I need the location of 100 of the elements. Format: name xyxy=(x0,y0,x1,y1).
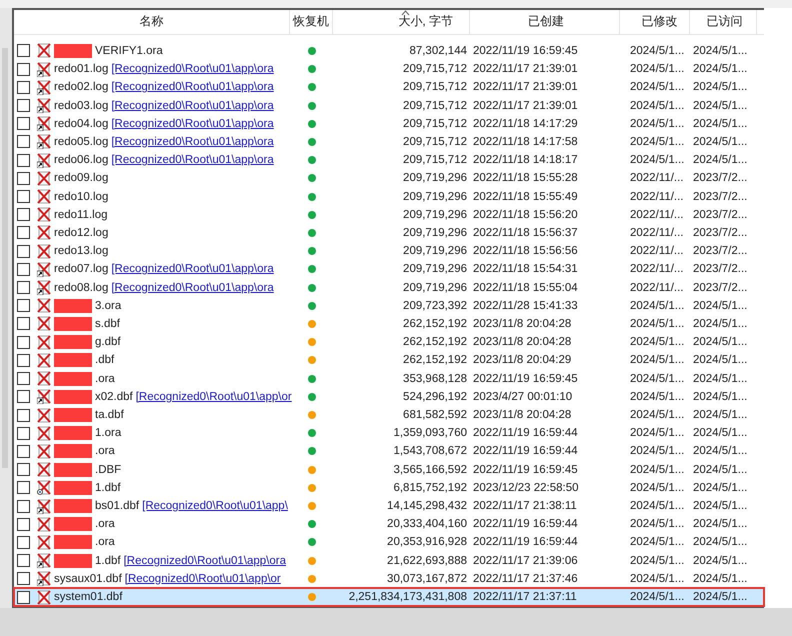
column-header[interactable]: 大小, 字节 xyxy=(333,10,470,34)
file-row[interactable]: redo02.log [Recognized0\Root\u01\app\ora 209,715,712 2022/11/17 21:39:01 2024/5/1... 2024/5/1... xyxy=(14,78,764,96)
file-row[interactable]: 1.dbf 6,815,752,192 2023/12/23 22:58:50 2024/5/1... 2024/5/1... xyxy=(14,478,764,497)
checkbox[interactable] xyxy=(17,262,30,276)
path-link[interactable]: [Recognized0\Root\u01\app\ xyxy=(142,500,288,512)
file-row[interactable]: redo01.log [Recognized0\Root\u01\app\ora 209,715,712 2022/11/17 21:39:01 2024/5/1... 2024/5/1... xyxy=(14,60,764,78)
file-row[interactable]: .ora 20,333,404,160 2022/11/19 16:59:44 2024/5/1... 2024/5/1... xyxy=(14,515,764,534)
file-row[interactable]: redo11.log 209,719,296 2022/11/18 15:56:20 2022/11/... 2023/7/2... xyxy=(14,206,764,224)
path-link[interactable]: [Recognized0\Root\u01\app\ora xyxy=(111,118,274,130)
file-row[interactable]: ta.dbf 681,582,592 2023/11/8 20:04:28 2024/5/1... 2024/5/1... xyxy=(14,406,764,424)
checkbox[interactable] xyxy=(17,372,30,386)
checkbox[interactable] xyxy=(17,336,30,349)
file-row[interactable]: redo03.log [Recognized0\Root\u01\app\ora 209,715,712 2022/11/17 21:39:01 2024/5/1... 2024/5/1... xyxy=(14,96,764,115)
checkbox[interactable] xyxy=(17,408,30,422)
table-cell-text: 2022/11/... xyxy=(629,263,684,276)
deleted-file-icon xyxy=(37,534,51,550)
checkbox[interactable] xyxy=(17,426,30,440)
checkbox[interactable] xyxy=(17,536,30,549)
path-link[interactable]: [Recognized0\Root\u01\app\ora xyxy=(111,81,274,94)
file-row[interactable]: redo10.log 209,719,296 2022/11/18 15:55:49 2022/11/... 2023/7/2... xyxy=(14,187,764,206)
table-cell-text: 2023/7/2... xyxy=(692,208,748,221)
checkbox[interactable] xyxy=(17,554,30,568)
file-row[interactable]: redo04.log [Recognized0\Root\u01\app\ora 209,715,712 2022/11/18 14:17:29 2024/5/1... 2024/5/1... xyxy=(14,114,764,133)
table-cell-text: 2023/7/2... xyxy=(692,190,748,203)
checkbox[interactable] xyxy=(17,244,30,258)
checkbox[interactable] xyxy=(17,444,30,458)
file-row[interactable]: .dbf 262,152,192 2023/11/8 20:04:29 2024/5/1... 2024/5/1... xyxy=(14,351,764,370)
checkbox[interactable] xyxy=(17,154,30,167)
checkbox[interactable] xyxy=(17,481,30,494)
checkbox[interactable] xyxy=(17,590,30,604)
checkbox[interactable] xyxy=(17,354,30,367)
file-name: redo06.log xyxy=(54,154,108,166)
column-header[interactable]: 已修改 xyxy=(620,10,690,34)
path-link[interactable]: [Recognized0\Root\u01\app\or xyxy=(136,390,292,403)
table-cell-text: 2023/7/2... xyxy=(692,282,748,294)
table-cell-text: 209,719,296 xyxy=(402,226,468,239)
column-header[interactable]: 恢复机 xyxy=(290,10,333,34)
checkbox[interactable] xyxy=(17,135,30,148)
checkbox[interactable] xyxy=(17,117,30,130)
checkbox[interactable] xyxy=(17,62,30,76)
checkbox[interactable] xyxy=(17,172,30,185)
checkbox[interactable] xyxy=(17,226,30,240)
table-cell-text: 2024/5/1... xyxy=(692,100,748,112)
file-name: 1.dbf xyxy=(95,554,121,567)
file-row[interactable]: .ora 353,968,128 2022/11/19 16:59:45 2024/5/1... 2024/5/1... xyxy=(14,370,764,388)
column-header[interactable]: 已创建 xyxy=(470,10,620,34)
file-row[interactable]: VERIFY1.ora 87,302,144 2022/11/19 16:59:45 2024/5/1... 2024/5/1... xyxy=(14,42,764,60)
path-link[interactable]: [Recognized0\Root\u01\app\or xyxy=(124,572,281,585)
table-cell-text: 2024/5/1... xyxy=(629,63,686,76)
checkbox[interactable] xyxy=(17,208,30,222)
file-row[interactable]: redo12.log 209,719,296 2022/11/18 15:56:37 2022/11/... 2023/7/2... xyxy=(14,224,764,242)
checkbox[interactable] xyxy=(17,518,30,531)
file-row[interactable]: s.dbf 262,152,192 2023/11/8 20:04:28 2024/5/1... 2024/5/1... xyxy=(14,314,764,334)
file-row[interactable]: system01.dbf 2,251,834,173,431,808 2022/11/17 21:37:11 2024/5/1... 2024/5/1... xyxy=(14,588,764,606)
checkbox[interactable] xyxy=(17,390,30,404)
file-row[interactable]: .ora 20,353,916,928 2022/11/19 16:59:44 2024/5/1... 2024/5/1... xyxy=(14,533,764,552)
path-link[interactable]: [Recognized0\Root\u01\app\ora xyxy=(111,282,274,294)
checkbox[interactable] xyxy=(17,299,30,312)
table-cell-text: 2023/12/23 22:58:50 xyxy=(472,482,580,494)
file-row[interactable]: 3.ora 209,723,392 2022/11/28 15:41:33 2024/5/1... 2024/5/1... xyxy=(14,296,764,315)
file-row[interactable]: bs01.dbf [Recognized0\Root\u01\app\ 14,145,298,432 2022/11/17 21:38:11 2024/5/1... 2024/5/1... xyxy=(14,496,764,516)
table-cell-text: 2023/11/8 20:04:28 xyxy=(472,409,572,421)
file-row[interactable]: redo05.log [Recognized0\Root\u01\app\ora 209,715,712 2022/11/18 14:17:58 2024/5/1... 2024/5/1... xyxy=(14,132,764,152)
file-row[interactable]: x02.dbf [Recognized0\Root\u01\app\or 524,296,192 2023/4/27 00:01:10 2024/5/1... 2024/5/1... xyxy=(14,388,764,406)
file-row[interactable]: redo08.log [Recognized0\Root\u01\app\ora 209,719,296 2022/11/18 15:55:04 2022/11/... 2023/7/2... xyxy=(14,278,764,297)
table-cell-text: 2024/5/1... xyxy=(629,372,686,385)
file-row[interactable]: 1.ora 1,359,093,760 2022/11/19 16:59:44 2024/5/1... 2024/5/1... xyxy=(14,424,764,442)
table-cell-text: 2024/5/1... xyxy=(692,44,748,57)
path-link[interactable]: [Recognized0\Root\u01\app\ora xyxy=(111,136,274,148)
checkbox[interactable] xyxy=(17,99,30,112)
path-link[interactable]: [Recognized0\Root\u01\app\ora xyxy=(111,63,274,76)
file-row[interactable]: g.dbf 262,152,192 2023/11/8 20:04:28 2024/5/1... 2024/5/1... xyxy=(14,333,764,352)
checkbox[interactable] xyxy=(17,500,30,513)
table-cell-text: 2024/5/1... xyxy=(629,500,686,512)
table-cell-text: 209,719,296 xyxy=(402,282,468,294)
path-link[interactable]: [Recognized0\Root\u01\app\ora xyxy=(111,154,274,166)
file-row[interactable]: redo09.log 209,719,296 2022/11/18 15:55:28 2022/11/... 2023/7/2... xyxy=(14,169,764,188)
table-cell-text: 2024/5/1... xyxy=(629,118,686,130)
path-link[interactable]: [Recognized0\Root\u01\app\ora xyxy=(124,554,286,567)
file-row[interactable]: redo06.log [Recognized0\Root\u01\app\ora 209,715,712 2022/11/18 14:18:17 2024/5/1... 2024/5/1... xyxy=(14,151,764,170)
file-row[interactable]: 1.dbf [Recognized0\Root\u01\app\ora 21,622,693,888 2022/11/17 21:39:06 2024/5/1... 2024/5/1... xyxy=(14,552,764,570)
column-header[interactable]: 已访问 xyxy=(690,10,757,34)
checkbox[interactable] xyxy=(17,44,30,58)
file-row[interactable]: .DBF 3,565,166,592 2022/11/19 16:59:45 2024/5/1... 2024/5/1... xyxy=(14,460,764,479)
table-cell-text: 21,622,693,888 xyxy=(386,554,468,567)
deleted-file-icon xyxy=(37,516,51,532)
path-link[interactable]: [Recognized0\Root\u01\app\ora xyxy=(111,100,274,112)
checkbox[interactable] xyxy=(17,463,30,476)
checkbox[interactable] xyxy=(17,572,30,586)
checkbox[interactable] xyxy=(17,190,30,204)
file-row[interactable]: .ora 1,543,708,672 2022/11/19 16:59:44 2024/5/1... 2024/5/1... xyxy=(14,442,764,461)
file-row[interactable]: redo07.log [Recognized0\Root\u01\app\ora 209,719,296 2022/11/18 15:54:31 2022/11/... 2023/7/2... xyxy=(14,260,764,278)
checkbox[interactable] xyxy=(17,80,30,94)
file-name: system01.dbf xyxy=(54,591,122,604)
file-row[interactable]: redo13.log 209,719,296 2022/11/18 15:56:56 2022/11/... 2023/7/2... xyxy=(14,242,764,260)
path-link[interactable]: [Recognized0\Root\u01\app\ora xyxy=(111,263,274,276)
file-row[interactable]: sysaux01.dbf [Recognized0\Root\u01\app\or 30,073,167,872 2022/11/17 21:37:46 2024/5/1... 2024/5/1... xyxy=(14,570,764,588)
column-header[interactable]: 名称 xyxy=(14,10,290,34)
checkbox[interactable] xyxy=(17,317,30,330)
checkbox[interactable] xyxy=(17,281,30,294)
